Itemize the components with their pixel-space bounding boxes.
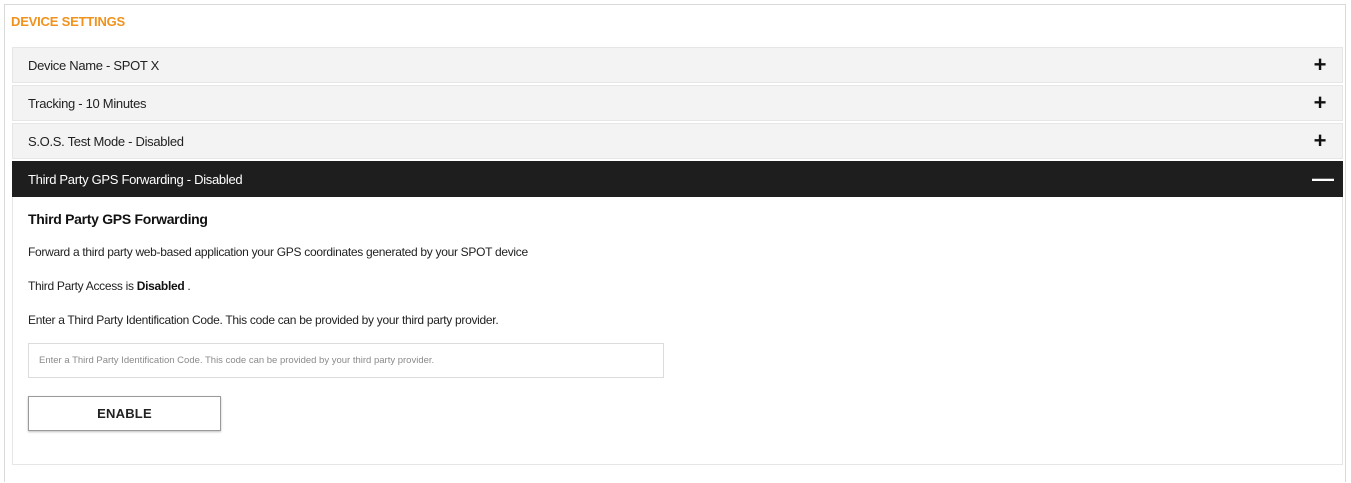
access-status-suffix: . xyxy=(184,279,191,293)
panel-heading: Third Party GPS Forwarding xyxy=(28,211,208,227)
accordion-item-device-name[interactable]: Device Name - SPOT X + xyxy=(12,47,1343,83)
accordion-item-label: S.O.S. Test Mode - Disabled xyxy=(28,133,184,149)
third-party-code-input[interactable] xyxy=(28,343,664,378)
plus-icon[interactable]: + xyxy=(1312,54,1328,76)
accordion-item-label: Device Name - SPOT X xyxy=(28,57,160,73)
settings-accordion: Device Name - SPOT X + Tracking - 10 Min… xyxy=(12,47,1343,465)
accordion-item-label: Tracking - 10 Minutes xyxy=(28,95,147,111)
third-party-gps-panel: Third Party GPS Forwarding Forward a thi… xyxy=(12,197,1343,465)
plus-icon[interactable]: + xyxy=(1312,92,1328,114)
accordion-item-third-party-gps[interactable]: Third Party GPS Forwarding - Disabled — xyxy=(12,161,1343,197)
accordion-item-sos-test-mode[interactable]: S.O.S. Test Mode - Disabled + xyxy=(12,123,1343,159)
plus-icon[interactable]: + xyxy=(1312,130,1328,152)
device-settings-container: DEVICE SETTINGS Device Name - SPOT X + T… xyxy=(4,4,1346,482)
accordion-item-tracking[interactable]: Tracking - 10 Minutes + xyxy=(12,85,1343,121)
access-status-prefix: Third Party Access is xyxy=(28,279,137,293)
panel-instruction: Enter a Third Party Identification Code.… xyxy=(28,313,499,327)
access-status-value: Disabled xyxy=(136,279,185,293)
accordion-item-label: Third Party GPS Forwarding - Disabled xyxy=(28,171,243,187)
access-status-line: Third Party Access is Disabled . xyxy=(28,279,1327,293)
enable-button[interactable]: ENABLE xyxy=(28,396,221,431)
section-title: DEVICE SETTINGS xyxy=(11,14,126,29)
minus-icon[interactable]: — xyxy=(1312,168,1334,190)
panel-description: Forward a third party web-based applicat… xyxy=(28,245,528,259)
